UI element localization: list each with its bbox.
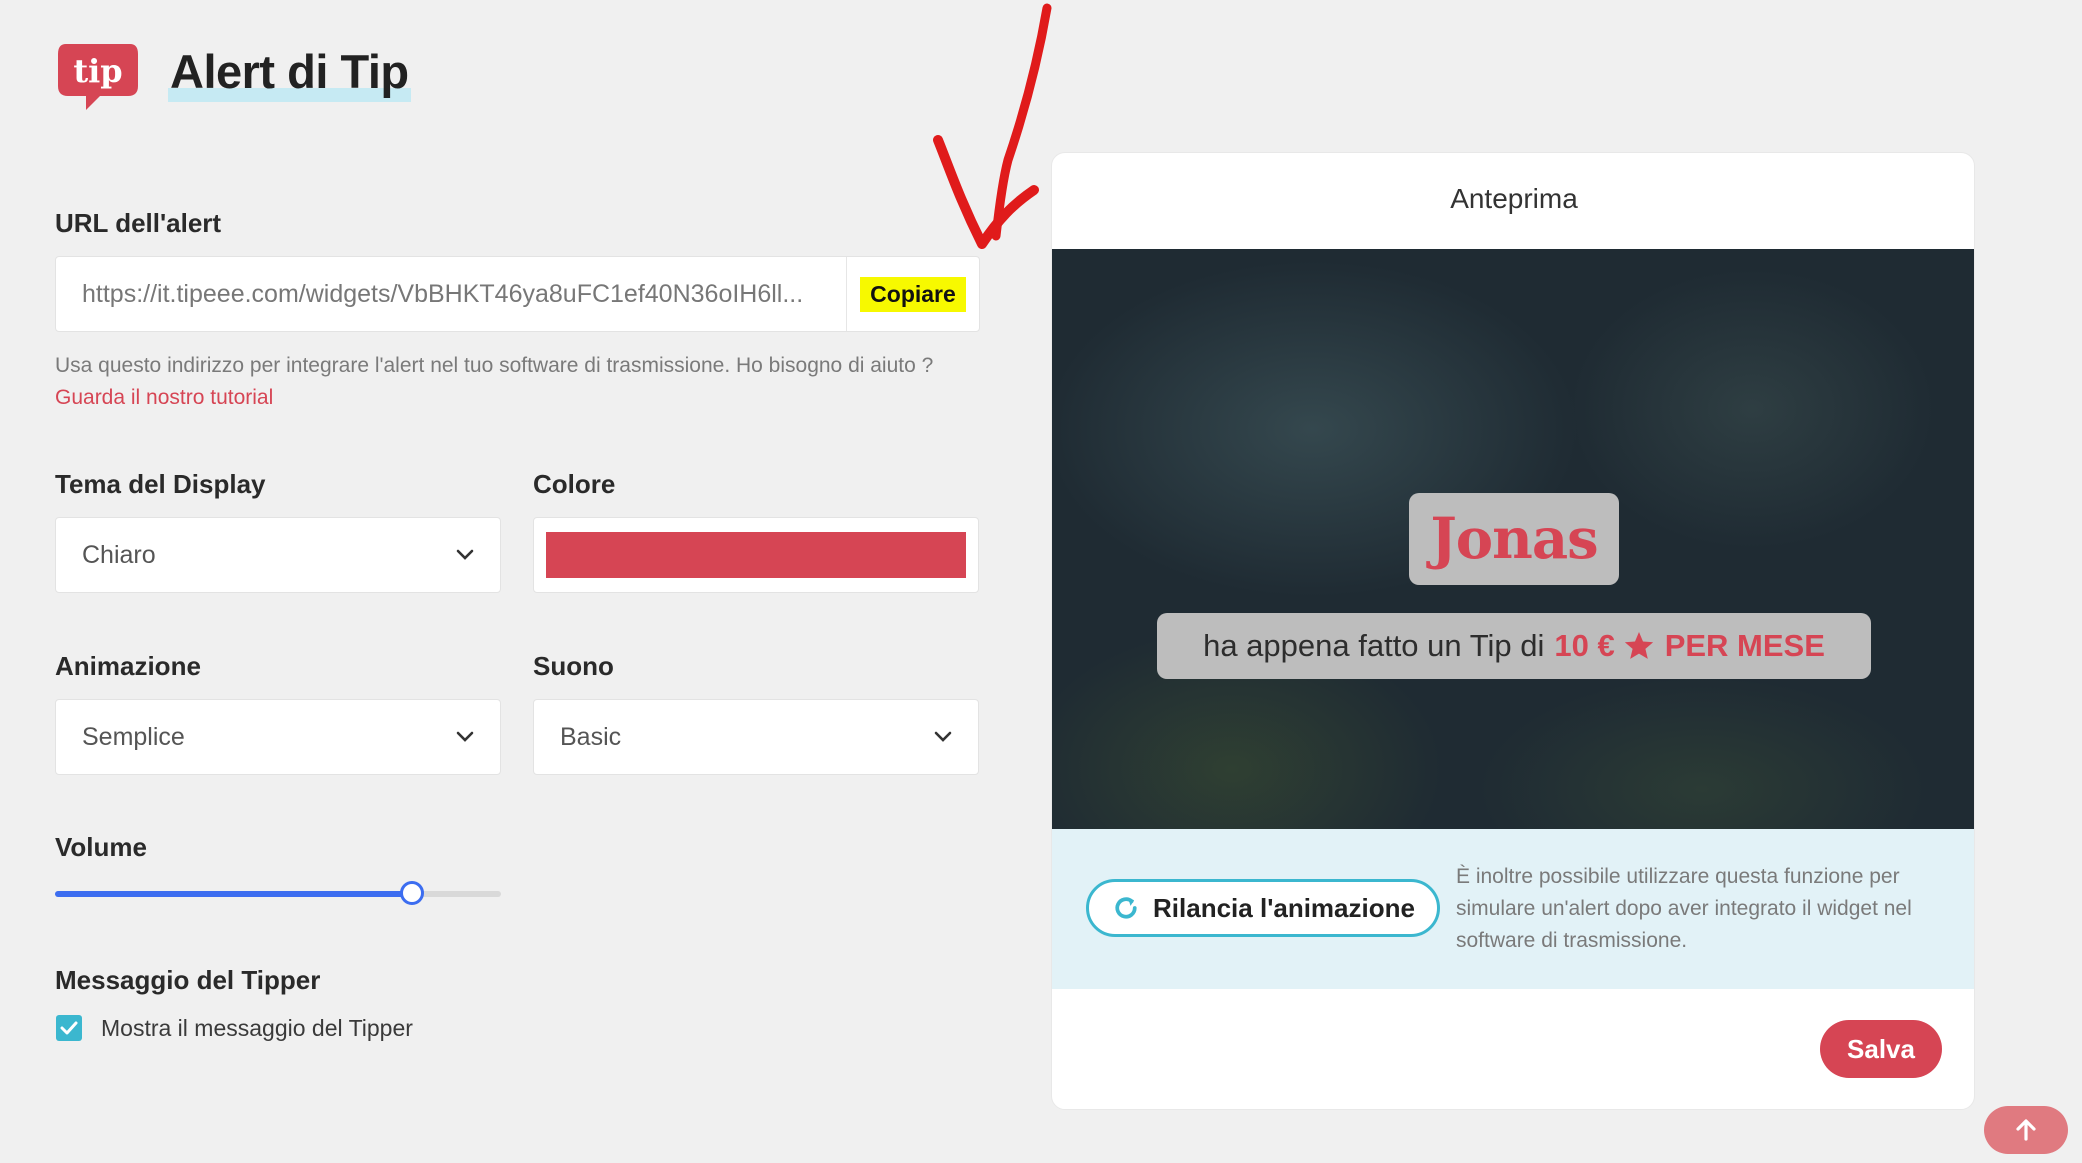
color-label: Colore xyxy=(533,469,616,499)
volume-slider-fill xyxy=(55,891,412,897)
url-input[interactable]: https://it.tipeee.com/widgets/VbBHKT46ya… xyxy=(56,257,846,331)
volume-slider-thumb[interactable] xyxy=(399,881,424,905)
tip-amount-value: 10 € xyxy=(1554,628,1615,663)
theme-label: Tema del Display xyxy=(55,469,266,499)
sound-label: Suono xyxy=(533,651,614,681)
tip-logo-icon: tip xyxy=(58,44,138,110)
alert-preview-area: Jonas ha appena fatto un Tip di 10 € PER… xyxy=(1052,249,1974,829)
color-swatch xyxy=(546,532,966,578)
save-button[interactable]: Salva xyxy=(1820,1020,1942,1078)
theme-selected-value: Chiaro xyxy=(82,540,156,569)
copy-button[interactable]: Copiare xyxy=(846,257,979,331)
tutorial-link[interactable]: Guarda il nostro tutorial xyxy=(55,386,273,409)
theme-select[interactable]: Chiaro xyxy=(55,517,501,593)
chevron-down-icon xyxy=(456,731,474,742)
replay-animation-button[interactable]: Rilancia l'animazione xyxy=(1086,879,1440,937)
show-tipper-message-label: Mostra il messaggio del Tipper xyxy=(101,1015,413,1041)
preview-card: Anteprima Jonas ha appena fatto un Tip d… xyxy=(1051,152,1975,1110)
chevron-down-icon xyxy=(934,731,952,742)
tip-message-banner: ha appena fatto un Tip di 10 € PER MESE xyxy=(1157,613,1871,679)
tipper-message-label: Messaggio del Tipper xyxy=(55,965,321,995)
url-field: https://it.tipeee.com/widgets/VbBHKT46ya… xyxy=(55,256,980,332)
check-icon xyxy=(60,1021,78,1035)
red-arrow-annotation-icon xyxy=(933,3,1052,249)
replay-note: È inoltre possibile utilizzare questa fu… xyxy=(1456,865,1912,952)
tipper-name-badge: Jonas xyxy=(1409,493,1619,585)
help-text: Usa questo indirizzo per integrare l'ale… xyxy=(55,354,934,377)
preview-title: Anteprima xyxy=(1450,183,1578,214)
logo-text: tip xyxy=(73,52,122,90)
copy-button-label: Copiare xyxy=(860,276,966,312)
tip-period: PER MESE xyxy=(1664,628,1825,663)
arrow-up-icon xyxy=(2016,1119,2036,1141)
animation-selected-value: Semplice xyxy=(82,722,185,751)
chevron-down-icon xyxy=(456,549,474,560)
animation-select[interactable]: Semplice xyxy=(55,699,501,775)
show-tipper-message-checkbox[interactable] xyxy=(56,1015,82,1041)
volume-label: Volume xyxy=(55,832,147,862)
sound-selected-value: Basic xyxy=(560,722,622,751)
url-help-text: Usa questo indirizzo per integrare l'ale… xyxy=(55,350,980,414)
url-label: URL dell'alert xyxy=(55,208,222,238)
refresh-icon xyxy=(1115,897,1137,919)
animation-label: Animazione xyxy=(55,651,201,681)
page-title: Alert di Tip xyxy=(168,42,411,102)
replay-animation-label: Rilancia l'animazione xyxy=(1153,892,1415,923)
tip-message-prefix: ha appena fatto un Tip di xyxy=(1203,628,1545,663)
tip-amount: 10 € xyxy=(1554,628,1654,664)
scroll-to-top-button[interactable] xyxy=(1984,1106,2068,1154)
sound-select[interactable]: Basic xyxy=(533,699,979,775)
star-icon xyxy=(1624,632,1653,659)
color-picker[interactable] xyxy=(533,517,979,593)
